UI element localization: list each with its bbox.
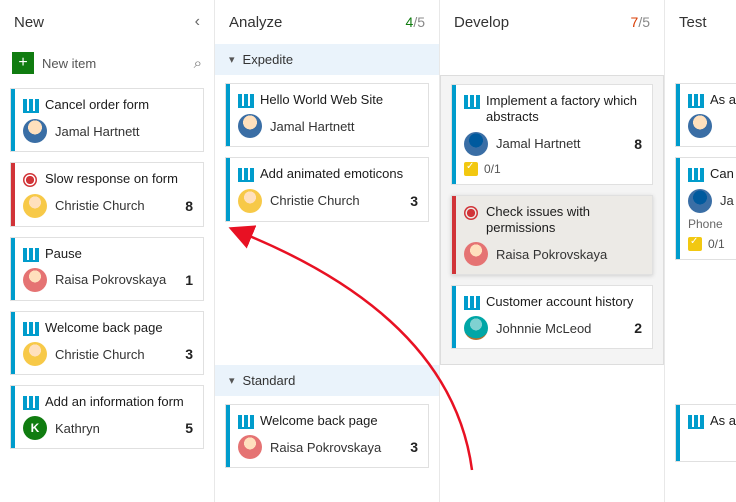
column-header-develop: Develop 7/5 [440,0,664,44]
swimlane-expedite-header[interactable]: ▾ Expedite [215,44,439,75]
task-icon [688,237,702,251]
column-title: Analyze [229,14,282,31]
column-header-new: New ‹ [0,0,214,44]
task-icon [464,162,478,176]
column-header-analyze: Analyze 4/5 [215,0,439,44]
card[interactable]: Customer account history Johnnie McLeod2 [451,285,653,349]
avatar [23,194,47,218]
new-item-bar[interactable]: + New item ⌕ [0,44,214,82]
pbi-icon [238,94,254,108]
pbi-icon [464,95,480,109]
swimlane-label: Standard [243,373,296,388]
avatar [464,316,488,340]
avatar [464,242,488,266]
pbi-icon [23,248,39,262]
swimlane-expedite-body: As a framew Can Ja Phone 0/1 [665,75,736,365]
card[interactable]: Implement a factory which abstracts Jama… [451,84,653,185]
chevron-left-icon[interactable]: ‹ [195,13,200,31]
swimlane-label: Expedite [243,52,294,67]
column-title: New [14,14,44,31]
pbi-icon [688,94,704,108]
swimlane-expedite-body: Hello World Web Site Jamal Hartnett Add … [215,75,439,365]
card[interactable]: Can Ja Phone 0/1 [675,157,736,259]
avatar [238,189,262,213]
card[interactable]: Pause Raisa Pokrovskaya1 [10,237,204,301]
bug-icon [23,173,39,187]
pbi-icon [238,415,254,429]
card[interactable]: Add an information form KKathryn5 [10,385,204,449]
column-title: Test [679,14,707,31]
pbi-icon [23,322,39,336]
pbi-icon [238,168,254,182]
avatar: K [23,416,47,440]
plus-icon[interactable]: + [12,52,34,74]
swimlane-standard-body: Welcome back page Raisa Pokrovskaya3 [215,396,439,502]
search-icon[interactable]: ⌕ [194,55,202,72]
swimlane-standard-body: As a numbe [665,396,736,502]
card[interactable]: As a framew [675,83,736,147]
avatar [688,189,712,213]
column-title: Develop [454,14,509,31]
new-item-label: New item [42,56,194,71]
column-new: New ‹ + New item ⌕ Cancel order form Jam… [0,0,215,502]
new-column-list: Cancel order form Jamal Hartnett Slow re… [0,82,214,465]
card[interactable]: Cancel order form Jamal Hartnett [10,88,204,152]
wip-counter: 7/5 [631,14,650,30]
avatar [688,114,712,138]
pbi-icon [23,396,39,410]
column-test: Test ▾. As a framew Can Ja Phone 0/1 ▾. … [665,0,736,502]
task-progress: 0/1 [688,237,736,251]
chevron-down-icon: ▾ [229,53,235,66]
chevron-down-icon: ▾ [229,374,235,387]
pbi-icon [464,296,480,310]
card[interactable]: As a numbe [675,404,736,462]
column-develop: Develop 7/5 ▾. Implement a factory which… [440,0,665,502]
bug-icon [464,206,480,220]
avatar [238,114,262,138]
column-header-test: Test [665,0,736,44]
card[interactable]: Slow response on form Christie Church8 [10,162,204,226]
card[interactable]: Hello World Web Site Jamal Hartnett [225,83,429,147]
card[interactable]: Add animated emoticons Christie Church3 [225,157,429,221]
column-analyze: Analyze 4/5 ▾ Expedite Hello World Web S… [215,0,440,502]
task-progress: 0/1 [464,162,642,176]
pbi-icon [23,99,39,113]
pbi-icon [688,415,704,429]
avatar [238,435,262,459]
swimlane-standard-header[interactable]: ▾ Standard [215,365,439,396]
card[interactable]: Welcome back page Christie Church3 [10,311,204,375]
avatar [23,268,47,292]
swimlane-standard-body [440,396,664,502]
wip-counter: 4/5 [406,14,425,30]
card-tag: Phone [688,217,736,231]
pbi-icon [688,168,704,182]
card[interactable]: Welcome back page Raisa Pokrovskaya3 [225,404,429,468]
card-dragging[interactable]: Check issues with permissions Raisa Pokr… [451,195,653,276]
swimlane-expedite-body: Implement a factory which abstracts Jama… [440,75,664,365]
avatar [464,132,488,156]
avatar [23,119,47,143]
avatar [23,342,47,366]
